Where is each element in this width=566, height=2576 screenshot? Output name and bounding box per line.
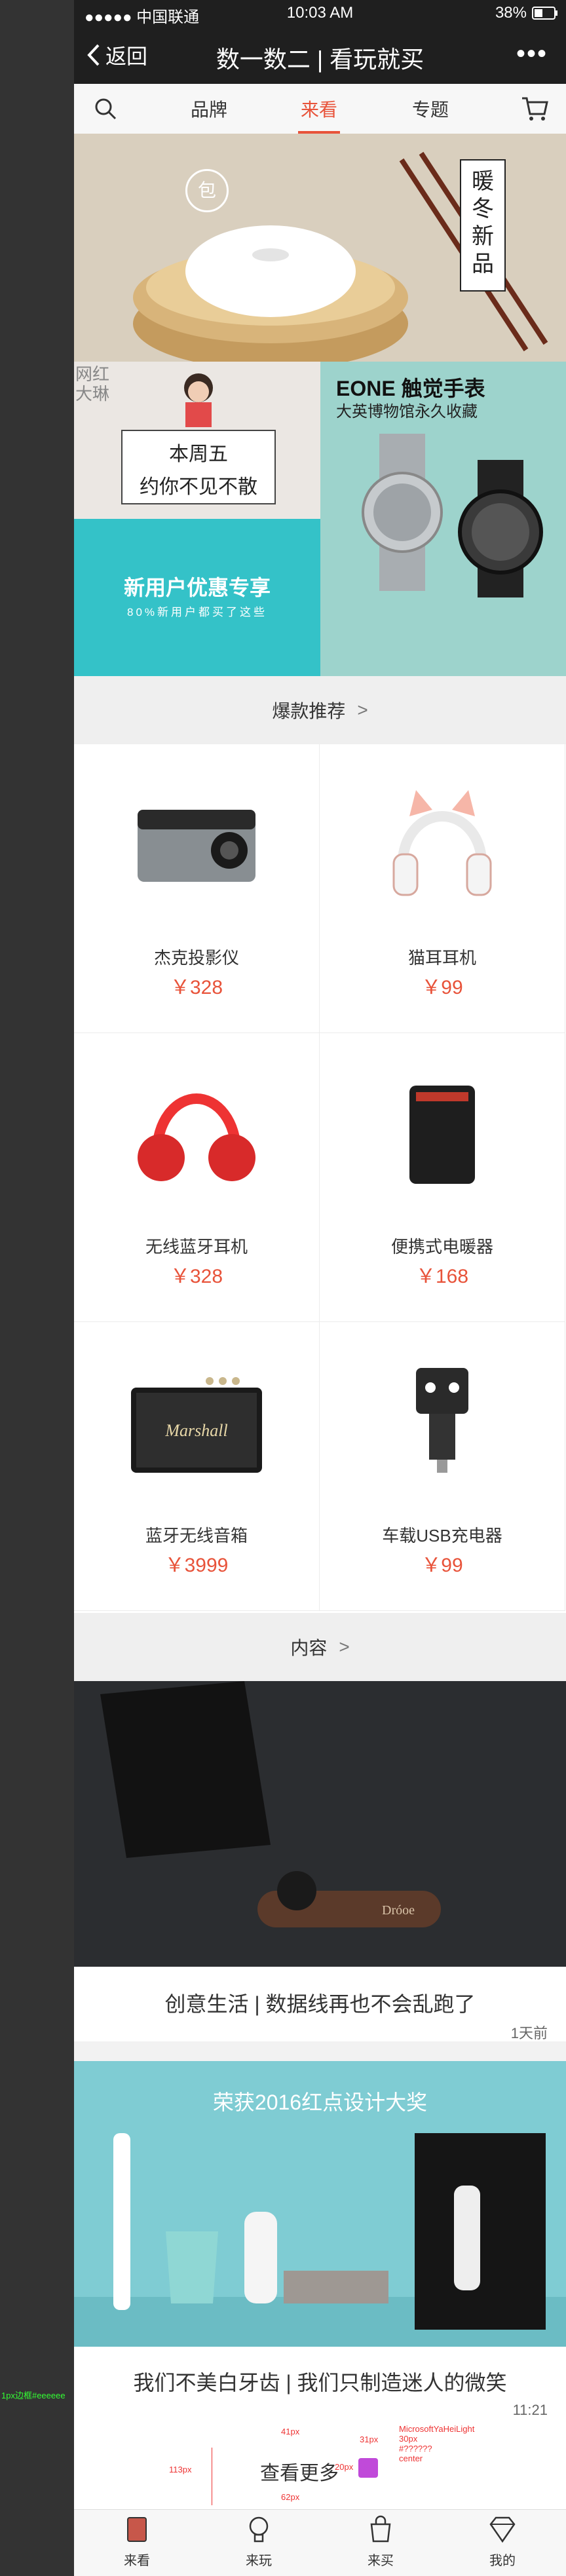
- tab-brand[interactable]: 品牌: [191, 96, 227, 122]
- shopping-bag-icon: [370, 2515, 391, 2543]
- product-card[interactable]: 便携式电暖器 ￥168: [320, 1033, 565, 1322]
- annotation-top-gap: 41px: [281, 2427, 300, 2436]
- bottom-tab-buy[interactable]: 来买: [341, 2515, 420, 2569]
- book-icon: [127, 2517, 147, 2542]
- event-sign: 本周五 约你不见不散: [121, 430, 276, 504]
- watch-subtitle: 大英博物馆永久收藏: [336, 403, 478, 421]
- chevron-right-icon: >: [339, 1637, 350, 1657]
- bun-badge-icon: 包: [185, 169, 229, 212]
- load-more-button[interactable]: 查看更多: [260, 2457, 339, 2486]
- influencer-stamp: 网红 大琳: [75, 364, 110, 404]
- article-cover-image: Dróoe: [74, 1681, 566, 1967]
- product-card[interactable]: 猫耳耳机 ￥99: [320, 744, 565, 1033]
- article-card[interactable]: 荣获2016红点设计大奖 我们不美白牙齿 | 我们只制造迷人的微笑 11:21: [74, 2061, 566, 2421]
- new-user-banner[interactable]: 新用户优惠专享 80%新用户都买了这些: [74, 519, 320, 676]
- product-price: ￥3999: [164, 1555, 229, 1576]
- article-card[interactable]: Dróoe 创意生活 | 数据线再也不会乱跑了 1天前: [74, 1681, 566, 2041]
- section-title: 爆款推荐: [272, 701, 346, 721]
- annotation-height: 113px: [169, 2465, 192, 2474]
- content-header[interactable]: 内容 >: [74, 1613, 566, 1681]
- car-charger-icon: [416, 1368, 468, 1473]
- product-price: ￥328: [170, 977, 223, 998]
- promo-subtitle: 80%新用户都买了这些: [126, 606, 268, 618]
- arrow-icon[interactable]: [358, 2458, 378, 2478]
- projector-icon: [138, 810, 255, 882]
- article-time: 11:21: [512, 2402, 548, 2418]
- lightbulb-icon: [249, 2516, 269, 2543]
- influencer-banner[interactable]: 网红 大琳 本周五 约你不见不散: [74, 362, 320, 519]
- influencer-photo: [184, 373, 213, 427]
- article-title: 我们不美白牙齿 | 我们只制造迷人的微笑: [133, 2371, 507, 2395]
- cover-caption: 荣获2016红点设计大奖: [212, 2091, 428, 2114]
- bottom-tab-bar: 来看 来玩 来买 我的: [74, 2509, 566, 2576]
- clock-text: 10:03 AM: [286, 4, 354, 22]
- load-more-area: 113px 41px 62px 31px 20px 查看更多 Microsoft…: [74, 2421, 566, 2509]
- product-grid: 杰克投影仪 ￥328 猫耳耳机 ￥99 无线蓝牙耳机 ￥328 便携式电暖器 ￥…: [74, 744, 566, 1613]
- watch-banner[interactable]: EONE 触觉手表 大英博物馆永久收藏: [320, 362, 566, 676]
- battery-icon: [532, 7, 557, 20]
- promo-title: 新用户优惠专享: [123, 576, 271, 599]
- product-price: ￥168: [415, 1266, 469, 1287]
- product-name: 猫耳耳机: [407, 948, 476, 968]
- hero-banner[interactable]: 包 暖 冬 新 品: [74, 134, 566, 362]
- bottom-tab-play[interactable]: 来玩: [219, 2515, 298, 2569]
- product-card[interactable]: Marshall 蓝牙无线音箱 ￥3999: [74, 1322, 320, 1611]
- app-page: ●●●●● 中国联通 10:03 AM 38% 返回 数一数二 | 看玩就买 •…: [74, 0, 566, 2576]
- battery-text: 38%: [495, 4, 527, 22]
- nav-bar: 返回 数一数二 | 看玩就买 •••: [74, 26, 566, 84]
- chevron-right-icon: >: [357, 700, 368, 720]
- cat-ear-headphones-icon: [392, 790, 492, 896]
- search-icon[interactable]: [94, 97, 117, 121]
- promo-banner-left[interactable]: 网红 大琳 本周五 约你不见不散 新用户优惠专享 80%新用户都买了这些: [74, 362, 320, 676]
- product-price: ￥99: [421, 1555, 463, 1576]
- product-price: ￥99: [421, 977, 463, 998]
- cart-icon[interactable]: [521, 96, 548, 122]
- hero-tagline: 暖 冬 新 品: [472, 169, 494, 276]
- product-name: 车载USB充电器: [382, 1526, 502, 1545]
- annotation-font-spec: MicrosoftYaHeiLight 30px #?????? center: [399, 2424, 475, 2463]
- product-name: 无线蓝牙耳机: [145, 1237, 248, 1257]
- category-tab-bar: 品牌 来看 专题: [74, 84, 566, 134]
- article-title: 创意生活 | 数据线再也不会乱跑了: [164, 1992, 476, 2016]
- product-price: ￥328: [170, 1266, 223, 1287]
- red-headphones-icon: [138, 1093, 255, 1181]
- product-name: 蓝牙无线音箱: [145, 1526, 248, 1545]
- product-name: 杰克投影仪: [153, 948, 239, 968]
- speaker-icon: Marshall: [131, 1377, 262, 1473]
- product-name: 便携式电暖器: [390, 1237, 493, 1257]
- more-button[interactable]: •••: [516, 39, 548, 69]
- product-card[interactable]: 杰克投影仪 ￥328: [74, 744, 320, 1033]
- heater-icon: [409, 1086, 475, 1184]
- hot-picks-header[interactable]: 爆款推荐 >: [74, 676, 566, 744]
- bottom-tab-look[interactable]: 来看: [98, 2515, 176, 2569]
- article-time: 1天前: [510, 2025, 548, 2041]
- svg-text:Marshall: Marshall: [164, 1421, 227, 1440]
- tab-topic[interactable]: 专题: [412, 96, 449, 122]
- diamond-icon: [489, 2516, 516, 2543]
- product-card[interactable]: 无线蓝牙耳机 ￥328: [74, 1033, 320, 1322]
- bottom-tab-me[interactable]: 我的: [463, 2515, 542, 2569]
- status-bar: ●●●●● 中国联通 10:03 AM 38%: [74, 0, 566, 26]
- page-title: 数一数二 | 看玩就买: [216, 46, 424, 73]
- watch-illustration: [362, 434, 543, 597]
- annotation-icon-size: 31px: [360, 2434, 379, 2444]
- design-annotation-note: 1px边框#eeeeee: [1, 2391, 66, 2400]
- annotation-bottom-gap: 62px: [281, 2492, 300, 2502]
- product-card[interactable]: 车载USB充电器 ￥99: [320, 1322, 565, 1611]
- cover-brand-text: Dróoe: [382, 1903, 415, 1918]
- section-title: 内容: [290, 1638, 328, 1658]
- tab-look[interactable]: 来看: [301, 96, 337, 122]
